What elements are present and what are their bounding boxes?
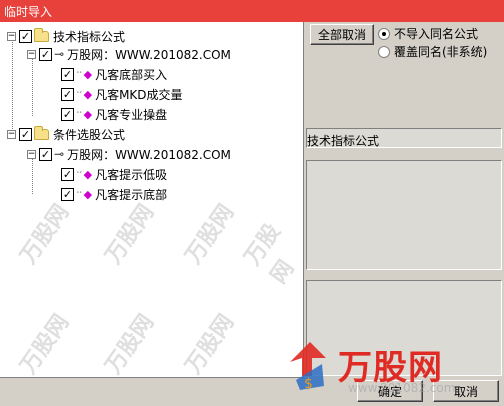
watermark-logo: 万股网 [15,200,75,269]
tree-line [12,36,13,133]
item-label: 凡客底部买入 [95,67,168,82]
group-2-checkbox[interactable]: ✓ [19,127,32,141]
formula-description-box [306,160,502,270]
item-label: 凡客MKD成交量 [95,87,183,102]
item-checkbox[interactable]: ✓ [61,107,74,121]
formula-params-box [306,280,502,376]
formula-dot-icon: ⠒ [76,109,83,119]
radio-unselected-icon[interactable] [378,45,390,58]
radio-overwrite-label: 覆盖同名(非系统) [394,45,488,59]
item-label: 凡客专业操盘 [95,107,168,122]
tree-item[interactable]: ✓ ⠒ ◆ 凡客专业操盘 [61,105,167,123]
radio-overwrite-duplicates[interactable]: 覆盖同名(非系统) [378,43,487,60]
options-panel: 全部取消 不导入同名公式 覆盖同名(非系统) 技术指标公式 [304,22,504,378]
radio-selected-icon[interactable] [378,27,390,40]
item-label: 凡客提示低吸 [95,167,168,182]
watermark-logo: 万股网 [15,310,75,378]
formula-icon: ◆ [83,167,93,181]
item-checkbox[interactable]: ✓ [61,167,74,181]
group-1-label: 技术指标公式 [53,29,126,44]
watermark-logo: 万股网 [180,200,240,269]
site-1-label: 万股网：WWW.201082.COM [67,47,231,62]
brand-url: www.201082.com [348,381,456,395]
site-2-label: 万股网：WWW.201082.COM [67,147,231,162]
formula-dot-icon: ⠒ [76,189,83,199]
formula-icon: ◆ [83,187,93,201]
tree-group-2[interactable]: − ✓ 条件选股公式 [7,125,125,143]
tree-group-1[interactable]: − ✓ 技术指标公式 [7,27,125,45]
item-checkbox[interactable]: ✓ [61,187,74,201]
key-icon: ⊸ [54,147,65,161]
watermark-logo: 万股网 [240,219,300,289]
tree-item[interactable]: ✓ ⠒ ◆ 凡客底部买入 [61,65,167,83]
site-2-checkbox[interactable]: ✓ [39,147,52,161]
deselect-all-button[interactable]: 全部取消 [310,24,374,45]
formula-dot-icon: ⠒ [76,169,83,179]
item-checkbox[interactable]: ✓ [61,87,74,101]
collapse-icon[interactable]: − [27,149,36,159]
formula-icon: ◆ [83,87,93,101]
window-title: 临时导入 [4,4,53,19]
group-1-checkbox[interactable]: ✓ [19,29,32,43]
key-icon: ⊸ [54,47,65,61]
watermark-logo: 万股网 [100,310,160,378]
radio-skip-duplicates[interactable]: 不导入同名公式 [378,25,478,42]
tree-site-1[interactable]: − ✓ ⊸ 万股网：WWW.201082.COM [27,45,231,63]
tree-item[interactable]: ✓ ⠒ ◆ 凡客MKD成交量 [61,85,183,103]
formula-tree[interactable]: − ✓ 技术指标公式 − ✓ ⊸ 万股网：WWW.201082.COM ✓ ⠒ … [0,22,304,378]
radio-skip-label: 不导入同名公式 [394,27,479,41]
group-2-label: 条件选股公式 [53,127,126,142]
item-checkbox[interactable]: ✓ [61,67,74,81]
formula-icon: ◆ [83,67,93,81]
folder-icon [34,27,49,42]
tree-item[interactable]: ✓ ⠒ ◆ 凡客提示底部 [61,185,167,203]
collapse-icon[interactable]: − [27,49,36,59]
formula-type-label: 技术指标公式 [307,134,380,148]
title-bar[interactable]: 临时导入 [0,0,504,22]
formula-dot-icon: ⠒ [76,69,83,79]
tree-item[interactable]: ✓ ⠒ ◆ 凡客提示低吸 [61,165,167,183]
tree-site-2[interactable]: − ✓ ⊸ 万股网：WWW.201082.COM [27,145,231,163]
site-1-checkbox[interactable]: ✓ [39,47,52,61]
tree-line [32,56,33,116]
watermark-logo: 万股网 [180,310,240,378]
formula-dot-icon: ⠒ [76,89,83,99]
watermark-logo: 万股网 [100,200,160,269]
item-label: 凡客提示底部 [95,187,168,202]
collapse-icon[interactable]: − [7,129,16,139]
formula-icon: ◆ [83,107,93,121]
folder-icon [34,125,49,140]
collapse-icon[interactable]: − [7,31,16,41]
